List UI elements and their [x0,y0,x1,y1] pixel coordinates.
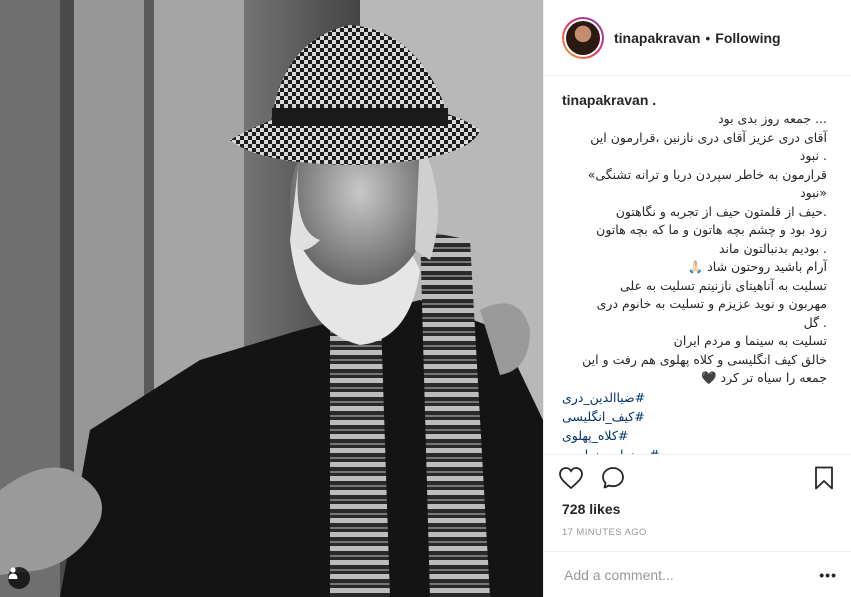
caption-line: جمعه را سیاه تر کرد 🖤 [700,370,827,385]
likes-count[interactable]: 728 likes [562,501,620,517]
hashtag-link[interactable]: #کلاه_پهلوی [562,426,833,445]
post-modal: tinapakravan • Following tinapakravan . … [0,0,851,597]
bookmark-icon [815,466,833,489]
caption-text: ... جمعه روز بدی بود آقای دری عزیز آقای د… [562,110,833,388]
comment-icon [602,466,624,488]
caption-line: .حیف از قلمتون حیف از تجربه و نگاهتون [615,203,827,219]
post-header: tinapakravan • Following [544,0,851,76]
save-button[interactable] [811,465,837,491]
hashtag-link[interactable]: #کیف_انگلیسی [562,407,833,426]
caption-username-link[interactable]: tinapakravan . [562,92,833,108]
header-username-link[interactable]: tinapakravan [614,30,700,46]
caption-line: تسلیت به آناهیتای نازنینم تسلیت به علی [619,277,827,293]
caption-line: تسلیت به سینما و مردم ایران [673,333,827,348]
hashtag-link[interactable]: #ضیاالدین_دری [562,388,833,407]
comment-button[interactable] [600,465,626,491]
comment-form: ••• [544,551,851,597]
caption-line: «نبود [800,185,827,200]
caption-line: ... جمعه روز بدی بود [718,111,827,126]
caption-line: خالق کیف انگلیسی و کلاه پهلوی هم رفت و ا… [582,351,827,367]
hashtag-list: #ضیاالدین_دری #کیف_انگلیسی #کلاه_پهلوی #سین… [562,388,833,455]
tagged-user-button[interactable] [8,567,30,589]
caption-line: . بودیم بدنبالتون ماند [718,240,827,256]
caption-line: . گل [803,314,827,330]
caption-line: آرام باشید روحتون شاد 🙏🏻 [687,259,827,274]
hashtag-link[interactable]: #سینما_سینماست [562,445,833,455]
avatar-image [566,20,600,55]
caption-line: . نبود [799,148,827,163]
heart-icon [559,466,583,489]
person-tag-icon [8,567,18,579]
caption-area: tinapakravan . ... جمعه روز بدی بود آقای … [544,76,851,454]
caption-line: قرارمون به خاطر سپردن دریا و ترانه تشنگی… [587,166,827,182]
action-bar [544,454,851,500]
following-button[interactable]: Following [715,30,780,46]
comment-input[interactable] [562,565,820,584]
more-options-button[interactable]: ••• [819,567,837,583]
caption-line: زود بود و چشم بچه هاتون و ما که بچه هاتو… [596,222,827,237]
post-sidebar: tinapakravan • Following tinapakravan . … [543,0,851,597]
avatar[interactable] [562,16,604,59]
caption-line: مهربون و نوید عزیزم و تسلیت به خانوم دری [596,296,827,311]
post-timestamp[interactable]: 17 MINUTES AGO [562,527,647,538]
header-separator: • [705,29,711,46]
portrait-image [0,0,543,597]
like-button[interactable] [558,465,584,491]
caption-line: آقای دری عزیز آقای دری نازنین ،قرارمون ا… [590,129,827,145]
post-photo[interactable] [0,0,543,597]
